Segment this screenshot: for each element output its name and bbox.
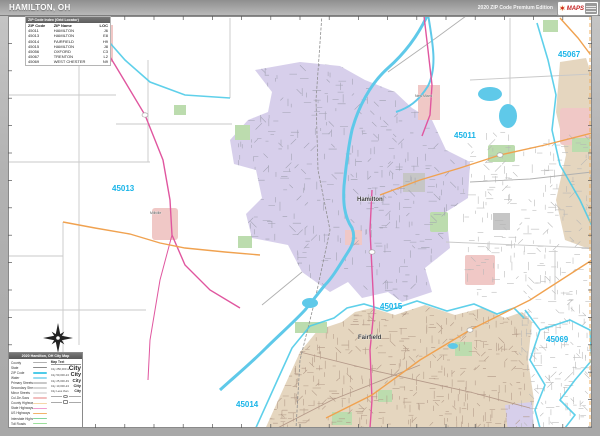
zip-index-table: ZIP CodeZIP NameLOC 45011HAMILTONJ645013…: [26, 23, 110, 65]
text-scale-item: City Less than 10,000City: [51, 389, 81, 394]
legend-item: Toll Roads: [11, 421, 50, 426]
legend-line-items: CountyStateZIP CodeWaterPrimary StreetsS…: [11, 360, 50, 426]
legend-swatch: [33, 418, 47, 420]
text-scale-item: City 10,000-24,999City: [51, 384, 81, 388]
state-highway-shield-sample: [51, 400, 81, 403]
zip-code-label: 45015: [380, 302, 403, 311]
town-label: Millville: [150, 211, 161, 215]
map-title: HAMILTON, OH: [9, 3, 71, 12]
legend-swatch: [33, 387, 47, 389]
map-canvas: 45056450134501145067450154506945014Hamil…: [8, 16, 592, 428]
city-label: Hamilton: [357, 197, 383, 203]
city-label: Fairfield: [358, 335, 382, 341]
legend-swatch: [33, 377, 47, 379]
zip-code-label: 45014: [236, 400, 259, 409]
publisher-logo: ✶ MAPS: [557, 1, 599, 16]
legend-swatch: [33, 403, 47, 405]
compass-rose-icon: [43, 323, 73, 353]
edition-label: 2020 ZIP Code Premium Edition: [478, 5, 553, 11]
zip-code-label: 45013: [112, 184, 135, 193]
streets-southeast: [519, 299, 592, 428]
zip-code-index: ZIP Code Index (Grid Locator) ZIP CodeZI…: [25, 16, 111, 66]
zip-code-label: 45011: [454, 131, 476, 140]
logo-brand-text: MAPS: [567, 6, 584, 12]
legend-swatch: [33, 372, 47, 374]
legend-swatch: [33, 362, 47, 364]
legend-swatch: [33, 382, 47, 384]
county-highway-shield-sample: [51, 395, 81, 398]
zip-index-row: 45069WEST CHESTERN9: [26, 59, 110, 64]
legend-swatch: [33, 397, 47, 399]
legend: 2020 Hamilton, OH City Map CountyStateZI…: [8, 352, 83, 428]
legend-swatch: [33, 392, 47, 394]
town-label: New Miami: [415, 94, 433, 98]
zip-code-label: 45067: [558, 50, 581, 59]
legend-swatch: [33, 367, 47, 369]
legend-swatch: [33, 408, 47, 410]
legend-swatch: [33, 413, 47, 415]
map-area: 45056450134501145067450154506945014Hamil…: [8, 16, 592, 428]
legend-text-scale: Map Text City 250,000 and OverCityCity 5…: [50, 360, 81, 426]
region-east-tan-strip: [556, 58, 592, 250]
logo-star-icon: ✶: [559, 5, 566, 13]
title-bar: HAMILTON, OH 2020 ZIP Code Premium Editi…: [0, 0, 600, 16]
zip-code-label: 45069: [546, 335, 569, 344]
wall-map-frame: HAMILTON, OH 2020 ZIP Code Premium Editi…: [0, 0, 600, 436]
legend-swatch: [33, 423, 47, 425]
logo-tagline-box: [585, 3, 597, 14]
